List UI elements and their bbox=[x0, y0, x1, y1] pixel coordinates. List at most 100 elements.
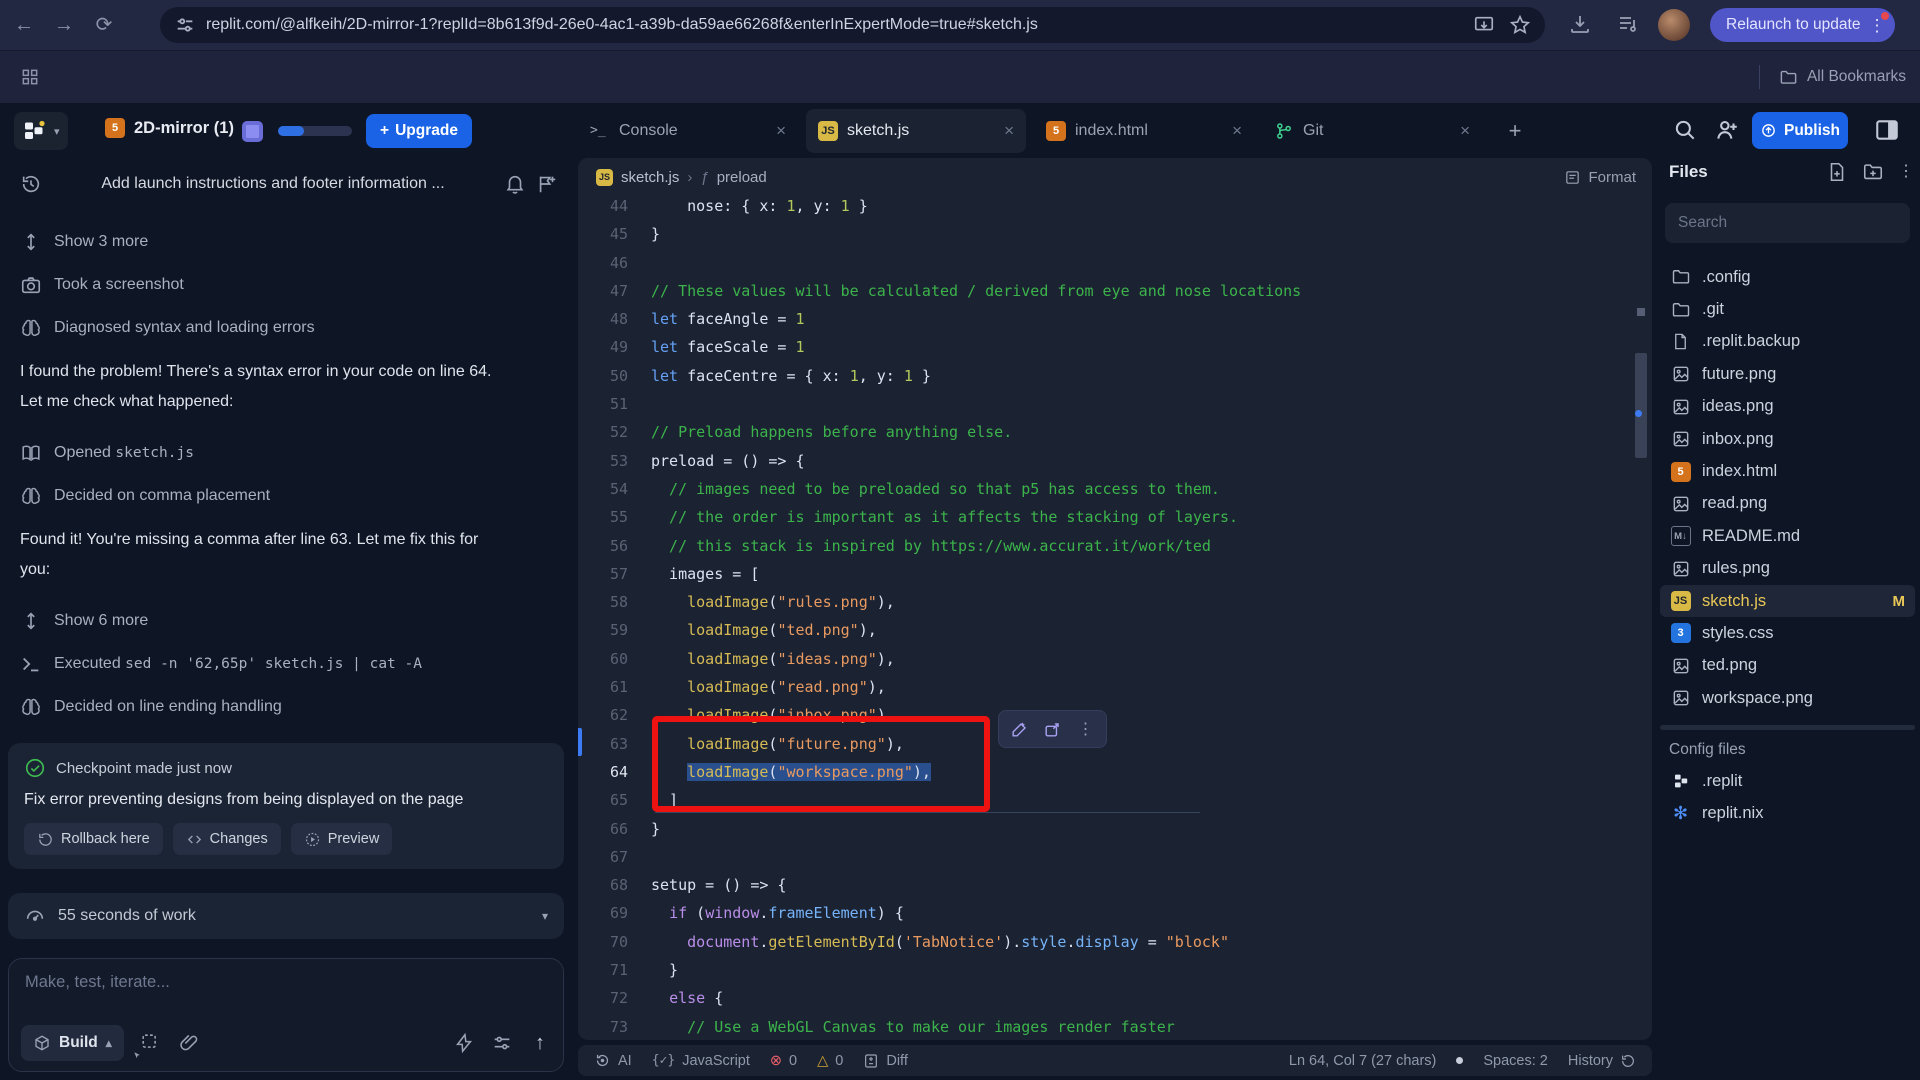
more-options-icon[interactable]: ⋮ bbox=[1069, 714, 1102, 744]
code-line[interactable]: 49let faceScale = 1 bbox=[578, 333, 1652, 361]
bell-icon[interactable] bbox=[504, 173, 526, 195]
tab-sketch.js[interactable]: JSsketch.js× bbox=[806, 109, 1026, 153]
agent-action-item[interactable]: Diagnosed syntax and loading errors bbox=[20, 314, 556, 342]
insert-snippet-icon[interactable] bbox=[1036, 714, 1069, 744]
agent-action-item[interactable]: Took a screenshot bbox=[20, 271, 556, 299]
code-area[interactable]: 44 nose: { x: 1, y: 1 }45}4647// These v… bbox=[578, 192, 1652, 1041]
warning-count[interactable]: △ 0 bbox=[817, 1053, 843, 1069]
code-line[interactable]: 72 else { bbox=[578, 984, 1652, 1012]
install-icon[interactable] bbox=[1473, 14, 1495, 36]
agent-action-item[interactable]: Opened sketch.js bbox=[20, 439, 556, 467]
code-line[interactable]: 66} bbox=[578, 815, 1652, 843]
changes-button[interactable]: Changes bbox=[173, 823, 281, 855]
file-item-read.png[interactable]: read.png bbox=[1660, 488, 1915, 520]
agent-action-item[interactable]: Decided on comma placement bbox=[20, 482, 556, 510]
breadcrumb-symbol[interactable]: preload bbox=[717, 169, 767, 186]
tab-Console[interactable]: >_Console× bbox=[578, 109, 798, 153]
code-line[interactable]: 52// Preload happens before anything els… bbox=[578, 418, 1652, 446]
close-icon[interactable]: × bbox=[1460, 121, 1470, 141]
code-line[interactable]: 73 // Use a WebGL Canvas to make our ima… bbox=[578, 1013, 1652, 1041]
code-line[interactable]: 48let faceAngle = 1 bbox=[578, 305, 1652, 333]
code-line[interactable]: 53preload = () => { bbox=[578, 447, 1652, 475]
url-input[interactable] bbox=[206, 16, 1473, 34]
history-icon[interactable] bbox=[20, 173, 42, 195]
reload-icon[interactable]: ⟳ bbox=[92, 13, 116, 37]
apps-grid-icon[interactable] bbox=[20, 67, 40, 87]
code-line[interactable]: 60 loadImage("ideas.png"), bbox=[578, 645, 1652, 673]
file-item-sketch.js[interactable]: JSsketch.jsM bbox=[1660, 585, 1915, 617]
new-tab-button[interactable]: + bbox=[1500, 109, 1530, 153]
lightning-icon[interactable] bbox=[453, 1032, 475, 1054]
tab-Git[interactable]: Git× bbox=[1262, 109, 1482, 153]
diff-toggle[interactable]: Diff bbox=[863, 1053, 908, 1069]
submit-arrow-icon[interactable]: ↑ bbox=[529, 1032, 551, 1054]
code-line[interactable]: 70 document.getElementById('TabNotice').… bbox=[578, 928, 1652, 956]
close-icon[interactable]: × bbox=[776, 121, 786, 141]
agent-action-item[interactable]: Show 3 more bbox=[20, 228, 556, 256]
agent-action-item[interactable]: Decided on line ending handling bbox=[20, 693, 556, 721]
file-item-styles.css[interactable]: 3styles.css bbox=[1660, 617, 1915, 649]
close-icon[interactable]: × bbox=[1232, 121, 1242, 141]
new-file-icon[interactable] bbox=[1826, 161, 1848, 183]
new-folder-icon[interactable] bbox=[1862, 161, 1884, 183]
file-item-ted.png[interactable]: ted.png bbox=[1660, 650, 1915, 682]
code-line[interactable]: 54 // images need to be preloaded so tha… bbox=[578, 475, 1652, 503]
file-item-.replit[interactable]: .replit bbox=[1660, 765, 1915, 797]
format-button[interactable]: Format bbox=[1564, 169, 1636, 186]
agent-prompt-input[interactable] bbox=[25, 973, 549, 992]
editor-scrollbar[interactable] bbox=[1635, 198, 1647, 1030]
file-item-ideas.png[interactable]: ideas.png bbox=[1660, 391, 1915, 423]
code-line[interactable]: 51 bbox=[578, 390, 1652, 418]
code-line[interactable]: 47// These values will be calculated / d… bbox=[578, 277, 1652, 305]
element-select-icon[interactable] bbox=[140, 1032, 162, 1054]
rollback-here-button[interactable]: Rollback here bbox=[24, 823, 163, 855]
tab-index.html[interactable]: 5index.html× bbox=[1034, 109, 1254, 153]
code-line[interactable]: 61 loadImage("read.png"), bbox=[578, 673, 1652, 701]
preview-button[interactable]: Preview bbox=[291, 823, 393, 855]
relaunch-button[interactable]: Relaunch to update ⋮ bbox=[1710, 8, 1895, 42]
file-item-replit.nix[interactable]: ✻replit.nix bbox=[1660, 797, 1915, 829]
file-item-.replit.backup[interactable]: .replit.backup bbox=[1660, 326, 1915, 358]
code-line[interactable]: 59 loadImage("ted.png"), bbox=[578, 616, 1652, 644]
code-line[interactable]: 46 bbox=[578, 249, 1652, 277]
site-settings-icon[interactable] bbox=[174, 14, 196, 36]
history-button[interactable]: History bbox=[1568, 1053, 1636, 1069]
error-count[interactable]: ⊗ 0 bbox=[770, 1053, 797, 1069]
ai-status[interactable]: AI bbox=[594, 1052, 632, 1069]
code-line[interactable]: 57 images = [ bbox=[578, 560, 1652, 588]
chevron-down-icon[interactable]: ▾ bbox=[542, 909, 548, 923]
attachment-icon[interactable] bbox=[178, 1032, 200, 1054]
file-item-.config[interactable]: .config bbox=[1660, 261, 1915, 293]
reading-list-icon[interactable] bbox=[1616, 12, 1640, 36]
more-menu-icon[interactable]: ⋮ bbox=[1868, 17, 1885, 34]
file-item-inbox.png[interactable]: inbox.png bbox=[1660, 423, 1915, 455]
download-icon[interactable] bbox=[1568, 12, 1592, 36]
ai-edit-icon[interactable] bbox=[1003, 714, 1036, 744]
breadcrumb-file[interactable]: sketch.js bbox=[621, 169, 679, 186]
files-menu-icon[interactable]: ⋮ bbox=[1898, 161, 1912, 183]
code-line[interactable]: 68setup = () => { bbox=[578, 871, 1652, 899]
file-item-README.md[interactable]: M↓README.md bbox=[1660, 520, 1915, 552]
code-line[interactable]: 50let faceCentre = { x: 1, y: 1 } bbox=[578, 362, 1652, 390]
address-bar[interactable] bbox=[160, 7, 1545, 43]
file-item-index.html[interactable]: 5index.html bbox=[1660, 455, 1915, 487]
indent-setting[interactable]: Spaces: 2 bbox=[1483, 1053, 1548, 1069]
code-line[interactable]: 71 } bbox=[578, 956, 1652, 984]
agent-action-item[interactable]: Executed sed -n '62,65p' sketch.js | cat… bbox=[20, 650, 556, 678]
fork-flag-icon[interactable] bbox=[536, 173, 558, 195]
agent-action-item[interactable]: Show 6 more bbox=[20, 607, 556, 635]
avatar[interactable] bbox=[1658, 9, 1690, 41]
code-line[interactable]: 58 loadImage("rules.png"), bbox=[578, 588, 1652, 616]
file-item-rules.png[interactable]: rules.png bbox=[1660, 553, 1915, 585]
work-summary-bar[interactable]: 55 seconds of work ▾ bbox=[8, 893, 564, 939]
language-status[interactable]: {✓} JavaScript bbox=[652, 1053, 750, 1069]
code-line[interactable]: 56 // this stack is inspired by https://… bbox=[578, 532, 1652, 560]
code-line[interactable]: 55 // the order is important as it affec… bbox=[578, 503, 1652, 531]
close-icon[interactable]: × bbox=[1004, 121, 1014, 141]
settings-sliders-icon[interactable] bbox=[491, 1032, 513, 1054]
files-search-input[interactable] bbox=[1665, 203, 1910, 243]
back-icon[interactable]: ← bbox=[12, 13, 36, 37]
file-item-future.png[interactable]: future.png bbox=[1660, 358, 1915, 390]
bookmark-star-icon[interactable] bbox=[1509, 14, 1531, 36]
all-bookmarks[interactable]: All Bookmarks bbox=[1759, 65, 1906, 89]
